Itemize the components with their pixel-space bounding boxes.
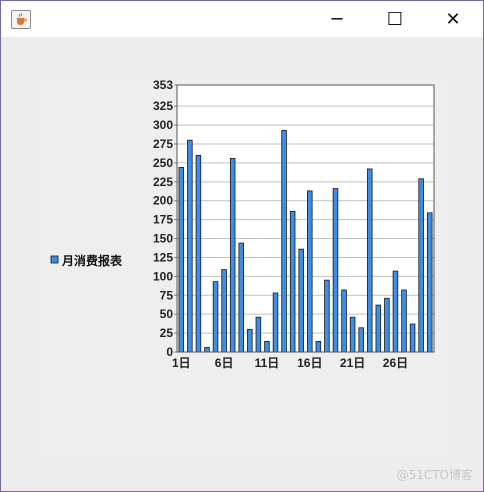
watermark-text: @51CTO博客 — [396, 468, 473, 482]
bar — [315, 341, 322, 353]
java-coffee-icon[interactable] — [11, 10, 31, 29]
y-tick-label: 75 — [160, 288, 174, 302]
bar — [349, 316, 356, 353]
x-tick-label: 1日 — [172, 356, 191, 370]
bar — [212, 281, 219, 353]
x-tick-label: 11日 — [255, 356, 280, 370]
y-tick-label: 100 — [153, 269, 173, 283]
bar — [264, 341, 270, 353]
bar-chart: 0255075100125150175200225250275300325353… — [50, 78, 435, 370]
bar — [281, 129, 287, 353]
client-area: 0 25 50 75 100 125 150 175 200 225 250 275 300 325 353… — [1, 37, 483, 491]
y-tick-label: 353 — [153, 78, 173, 92]
y-tick-label: 225 — [153, 175, 173, 189]
bar — [298, 248, 304, 353]
maximize-button[interactable]: ☐ — [372, 1, 418, 37]
bar — [221, 269, 227, 353]
y-tick-label: 275 — [153, 137, 173, 151]
bar — [401, 289, 407, 353]
x-tick-label: 16日 — [297, 356, 322, 370]
y-tick-label: 175 — [153, 213, 173, 227]
y-tick-label: 125 — [153, 250, 173, 264]
bar — [247, 328, 253, 353]
x-tick-label: 21日 — [340, 356, 365, 370]
bar — [426, 212, 433, 353]
chart-panel: 0 25 50 75 100 125 150 175 200 225 250 275 300 325 353… — [40, 75, 448, 459]
minimize-button[interactable]: ─ — [314, 1, 360, 37]
bar — [409, 323, 416, 353]
bar — [255, 316, 262, 353]
y-tick-label: 325 — [153, 99, 173, 113]
bar — [332, 188, 339, 353]
application-window: ─ ☐ ✕ 0 25 50 75 100 125 150 175 200 225 250 275 300… — [0, 0, 484, 492]
minimize-icon: ─ — [331, 8, 343, 30]
y-tick-label: 50 — [160, 307, 174, 321]
title-bar[interactable]: ─ ☐ ✕ — [1, 1, 483, 37]
y-tick-label: 25 — [160, 326, 174, 340]
y-tick-label: 300 — [153, 118, 173, 132]
bar — [392, 270, 399, 353]
bar — [366, 168, 373, 353]
bar — [204, 347, 210, 353]
bar — [238, 242, 245, 353]
maximize-icon: ☐ — [386, 8, 404, 30]
bar — [418, 178, 424, 353]
bar — [229, 157, 236, 353]
bar — [375, 304, 382, 353]
x-tick-label: 26日 — [383, 356, 408, 370]
bar — [187, 139, 193, 353]
bar — [358, 327, 364, 353]
y-tick-label: 150 — [153, 232, 173, 246]
legend-label: 月消费报表 — [61, 253, 123, 268]
bar — [289, 210, 296, 353]
bar — [307, 190, 313, 353]
bar — [195, 154, 202, 353]
y-tick-label: 250 — [153, 156, 173, 170]
legend-swatch — [50, 255, 59, 264]
bar — [384, 297, 390, 353]
y-tick-label: 200 — [153, 194, 173, 208]
close-icon: ✕ — [445, 8, 461, 30]
bar — [178, 167, 185, 353]
bar — [324, 279, 330, 353]
x-tick-label: 6日 — [215, 356, 234, 370]
bar — [341, 289, 347, 353]
bar — [272, 292, 279, 353]
close-button[interactable]: ✕ — [430, 1, 476, 37]
